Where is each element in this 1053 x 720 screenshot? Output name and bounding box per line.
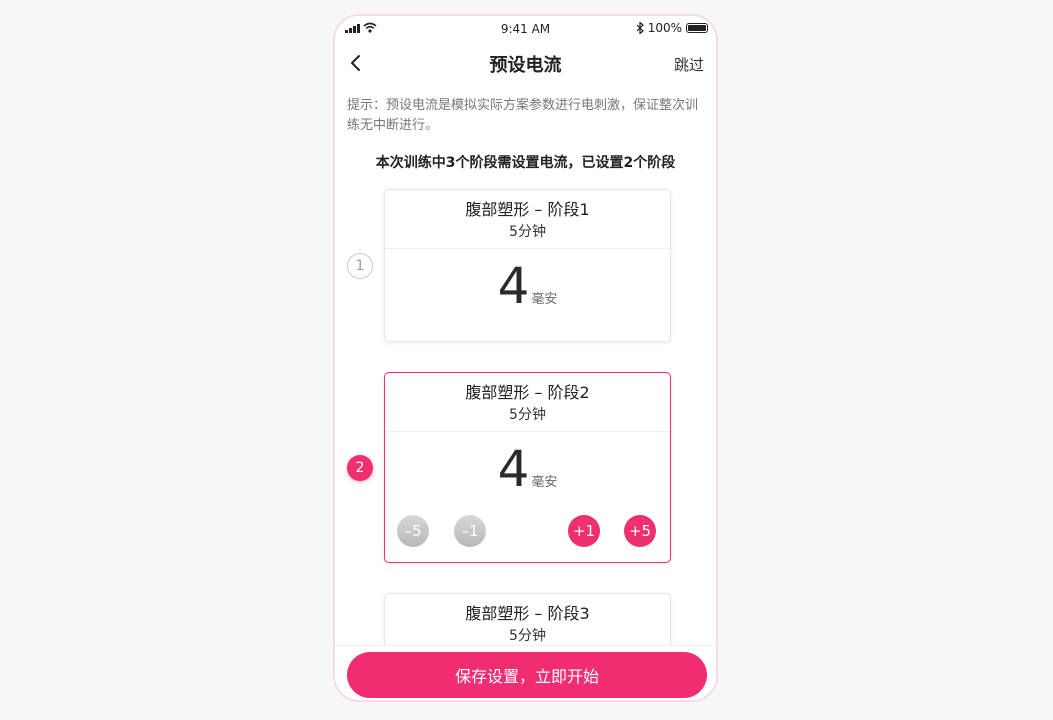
decrease-5-button[interactable]: –5	[397, 515, 429, 547]
stage-1-title: 腹部塑形 – 阶段1	[465, 200, 590, 219]
stage-1-card[interactable]: 腹部塑形 – 阶段1 5分钟 4 毫安	[384, 189, 671, 342]
stage-2-current: 4 毫安	[385, 441, 670, 497]
stage-2-card[interactable]: 腹部塑形 – 阶段2 5分钟 4 毫安 –5 –1 +1 +5	[384, 372, 671, 563]
bluetooth-icon	[636, 22, 644, 34]
progress-summary: 本次训练中3个阶段需设置电流，已设置2个阶段	[375, 155, 676, 171]
phone-frame: 9:41 AM 100% 预设电流 跳过 提示：预设电流是模拟实际方案参数进行电…	[333, 14, 718, 702]
stage-1-number-badge: 1	[347, 253, 373, 279]
stage-1-current-unit: 毫安	[531, 292, 558, 307]
stage-1-current-value: 4	[497, 257, 530, 315]
page-title: 预设电流	[489, 55, 562, 76]
status-bar: 9:41 AM 100%	[335, 16, 716, 44]
stage-3-title: 腹部塑形 – 阶段3	[465, 604, 590, 623]
hint-text: 提示：预设电流是模拟实际方案参数进行电刺激，保证整次训练无中断进行。	[347, 98, 699, 133]
battery-icon	[686, 23, 708, 33]
stage-2-duration: 5分钟	[509, 407, 546, 423]
stage-1-duration: 5分钟	[509, 224, 546, 240]
stage-3-duration: 5分钟	[509, 628, 546, 644]
stage-1-current: 4 毫安	[385, 258, 670, 314]
stage-1-divider	[385, 248, 670, 249]
stage-2-number-badge: 2	[347, 455, 373, 481]
skip-button[interactable]: 跳过	[674, 54, 704, 75]
stage-2-title: 腹部塑形 – 阶段2	[465, 383, 590, 402]
save-and-start-button[interactable]: 保存设置，立即开始	[347, 652, 707, 698]
stage-2-current-unit: 毫安	[531, 475, 558, 490]
decrease-1-button[interactable]: –1	[454, 515, 486, 547]
battery-percent: 100%	[647, 21, 682, 35]
increase-1-button[interactable]: +1	[568, 515, 600, 547]
stage-2-divider	[385, 431, 670, 432]
nav-bar: 预设电流 跳过	[335, 48, 716, 78]
stage-2-current-value: 4	[497, 440, 530, 498]
increase-5-button[interactable]: +5	[624, 515, 656, 547]
status-right-group: 100%	[636, 21, 708, 35]
back-arrow-icon[interactable]	[345, 52, 367, 74]
